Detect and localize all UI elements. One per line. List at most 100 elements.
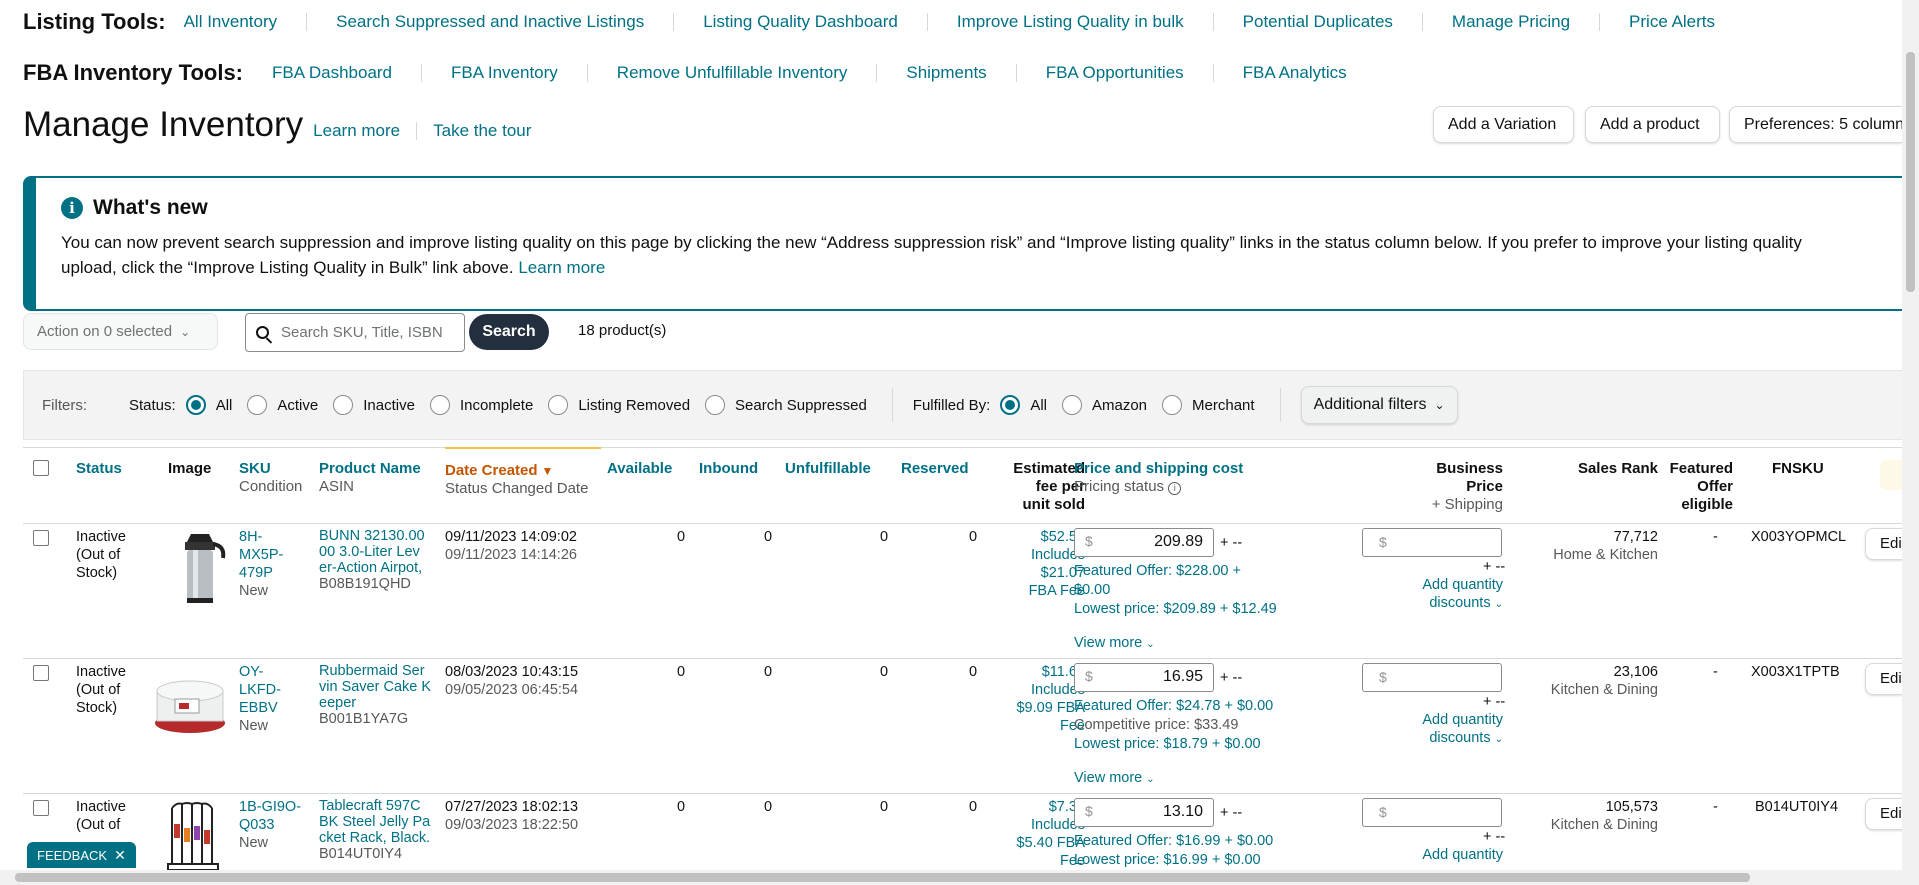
business-price-input[interactable]: $ bbox=[1362, 663, 1502, 692]
col-date-created[interactable]: Date Created ▼ Status Changed Date bbox=[445, 447, 601, 507]
bulk-action-dropdown[interactable]: Action on 0 selected ⌄ bbox=[23, 313, 218, 350]
fulfilled-radio-amazon[interactable]: Amazon bbox=[1062, 395, 1147, 415]
col-status[interactable]: Status bbox=[76, 460, 122, 478]
row-fee[interactable]: $7.37 Includes $5.40 FBA Fee bbox=[989, 798, 1085, 870]
whats-new-learn-more[interactable]: Learn more bbox=[518, 258, 605, 277]
link-listing-quality-dashboard[interactable]: Listing Quality Dashboard bbox=[703, 13, 928, 31]
status-radio-active[interactable]: Active bbox=[247, 395, 318, 415]
add-quantity-discounts-link[interactable]: Add quantity discounts ⌄ bbox=[1393, 576, 1503, 614]
scrollbar-thumb[interactable] bbox=[15, 873, 1750, 882]
link-fba-opportunities[interactable]: FBA Opportunities bbox=[1046, 64, 1214, 82]
page-title: Manage Inventory bbox=[23, 105, 304, 144]
business-price-input[interactable]: $ bbox=[1362, 798, 1502, 827]
radio-label: Amazon bbox=[1092, 396, 1148, 414]
row-biz-shipping: + -- bbox=[1483, 694, 1506, 710]
status-radio-search-suppressed[interactable]: Search Suppressed bbox=[705, 395, 867, 415]
row-inbound: 0 bbox=[764, 529, 773, 545]
row-product-name[interactable]: Rubbermaid Ser vin Saver Cake Keeper B001B… bbox=[319, 663, 431, 727]
link-all-inventory[interactable]: All Inventory bbox=[184, 13, 308, 31]
radio-icon bbox=[705, 395, 726, 415]
col-product-name[interactable]: Product Name ASIN bbox=[319, 460, 421, 496]
row-pricing-info[interactable]: Featured Offer: $24.78 + $0.00 Competitiv… bbox=[1074, 697, 1273, 754]
row-dates: 09/11/2023 14:09:02 09/11/2023 14:14:26 bbox=[445, 529, 577, 563]
radio-selected-icon bbox=[1000, 395, 1021, 415]
take-tour-link[interactable]: Take the tour bbox=[433, 121, 531, 141]
horizontal-scrollbar[interactable] bbox=[0, 870, 1902, 885]
select-all-checkbox[interactable] bbox=[33, 460, 49, 476]
col-available[interactable]: Available bbox=[607, 460, 672, 478]
link-price-alerts[interactable]: Price Alerts bbox=[1629, 13, 1744, 31]
view-more-link[interactable]: View more ⌄ bbox=[1074, 769, 1155, 789]
col-est-fee-line3: unit sold bbox=[1022, 496, 1086, 513]
filters-bar: Filters: Status: All Active Inactive Inc… bbox=[23, 370, 1919, 440]
price-input[interactable]: $13.10 bbox=[1074, 798, 1214, 827]
col-unfulfillable[interactable]: Unfulfillable bbox=[785, 460, 871, 478]
col-unfulfillable-label: Unfulfillable bbox=[785, 460, 871, 477]
col-sku[interactable]: SKU Condition bbox=[239, 460, 302, 496]
learn-more-link[interactable]: Learn more bbox=[313, 122, 418, 140]
radio-label: Inactive bbox=[363, 396, 415, 414]
info-icon: i bbox=[61, 197, 83, 219]
row-sku[interactable]: OY- LKFD- EBBV New bbox=[239, 663, 281, 735]
status-radio-all[interactable]: All bbox=[185, 395, 232, 415]
row-biz-shipping: + -- bbox=[1483, 559, 1506, 575]
search-button[interactable]: Search bbox=[469, 314, 549, 350]
row-reserved: 0 bbox=[969, 529, 978, 545]
info-icon[interactable]: i bbox=[1168, 482, 1182, 495]
radio-icon bbox=[548, 395, 569, 415]
col-price[interactable]: Price and shipping cost Pricing status i bbox=[1074, 460, 1243, 496]
add-quantity-discounts-link[interactable]: Add quantity bbox=[1393, 846, 1503, 864]
col-reserved[interactable]: Reserved bbox=[901, 460, 969, 478]
row-checkbox[interactable] bbox=[33, 665, 49, 681]
row-available: 0 bbox=[677, 529, 686, 545]
link-fba-analytics[interactable]: FBA Analytics bbox=[1243, 64, 1376, 82]
row-pricing-info[interactable]: Featured Offer: $16.99 + $0.00 Lowest pri… bbox=[1074, 832, 1273, 870]
business-price-input[interactable]: $ bbox=[1362, 528, 1502, 557]
link-manage-pricing[interactable]: Manage Pricing bbox=[1452, 13, 1601, 31]
row-sku[interactable]: 1B-GI9O- Q033 New bbox=[239, 798, 301, 852]
search-input[interactable] bbox=[281, 324, 451, 341]
link-potential-duplicates[interactable]: Potential Duplicates bbox=[1243, 13, 1423, 31]
link-remove-unfulfillable[interactable]: Remove Unfulfillable Inventory bbox=[617, 64, 878, 82]
preferences-button[interactable]: Preferences: 5 columns hidden bbox=[1729, 106, 1902, 143]
status-radio-inactive[interactable]: Inactive bbox=[333, 395, 415, 415]
row-sku[interactable]: 8H- MX5P- 479P New bbox=[239, 528, 283, 600]
row-fee[interactable]: $11.63 Includes $9.09 FBA Fee bbox=[989, 663, 1085, 735]
scrollbar-thumb[interactable] bbox=[1906, 52, 1915, 292]
col-inbound[interactable]: Inbound bbox=[699, 460, 758, 478]
link-search-suppressed[interactable]: Search Suppressed and Inactive Listings bbox=[336, 13, 675, 31]
add-product-button[interactable]: Add a product bbox=[1585, 106, 1720, 143]
row-product-name[interactable]: BUNN 32130.00 00 3.0-Liter Lev er-Action A… bbox=[319, 528, 425, 592]
link-shipments[interactable]: Shipments bbox=[906, 64, 1017, 82]
close-icon[interactable]: ✕ bbox=[114, 847, 126, 864]
link-fba-dashboard[interactable]: FBA Dashboard bbox=[272, 64, 423, 82]
product-thumbnail[interactable] bbox=[163, 528, 237, 608]
price-input[interactable]: $209.89 bbox=[1074, 528, 1214, 557]
product-thumbnail[interactable] bbox=[153, 663, 227, 743]
link-fba-inventory[interactable]: FBA Inventory bbox=[451, 64, 588, 82]
row-product-name[interactable]: Tablecraft 597C BK Steel Jelly Pa cket Rac… bbox=[319, 798, 430, 862]
add-quantity-discounts-link[interactable]: Add quantity discounts ⌄ bbox=[1393, 711, 1503, 749]
row-checkbox[interactable] bbox=[33, 800, 49, 816]
status-radio-listing-removed[interactable]: Listing Removed bbox=[548, 395, 690, 415]
vertical-scrollbar[interactable] bbox=[1902, 0, 1919, 885]
row-fee[interactable]: $52.55 Includes $21.07 FBA Fee bbox=[989, 528, 1085, 600]
view-more-link[interactable]: View more ⌄ bbox=[1074, 634, 1155, 654]
fulfilled-radio-all[interactable]: All bbox=[1000, 395, 1047, 415]
feedback-tab[interactable]: FEEDBACK ✕ bbox=[27, 842, 136, 868]
row-checkbox[interactable] bbox=[33, 530, 49, 546]
product-thumbnail[interactable] bbox=[158, 798, 232, 878]
price-input[interactable]: $16.95 bbox=[1074, 663, 1214, 692]
row-unfulfillable: 0 bbox=[880, 529, 889, 545]
add-variation-button[interactable]: Add a Variation bbox=[1433, 106, 1574, 143]
status-radio-incomplete[interactable]: Incomplete bbox=[429, 395, 533, 415]
row-pricing-info[interactable]: Featured Offer: $228.00 + $0.00 Lowest pri… bbox=[1074, 562, 1277, 619]
row-inbound: 0 bbox=[764, 664, 773, 680]
col-pricing-status: Pricing status i bbox=[1074, 478, 1243, 496]
search-icon bbox=[256, 326, 269, 339]
col-price-label: Price and shipping cost bbox=[1074, 460, 1244, 477]
radio-icon bbox=[333, 395, 354, 415]
link-improve-listing-quality[interactable]: Improve Listing Quality in bulk bbox=[957, 13, 1214, 31]
additional-filters-button[interactable]: Additional filters ⌄ bbox=[1300, 386, 1458, 424]
fulfilled-radio-merchant[interactable]: Merchant bbox=[1162, 395, 1255, 415]
